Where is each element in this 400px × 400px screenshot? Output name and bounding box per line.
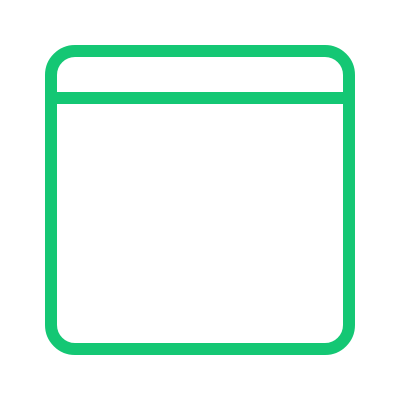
icon-canvas [0, 0, 400, 400]
browser-window-icon [45, 45, 355, 355]
